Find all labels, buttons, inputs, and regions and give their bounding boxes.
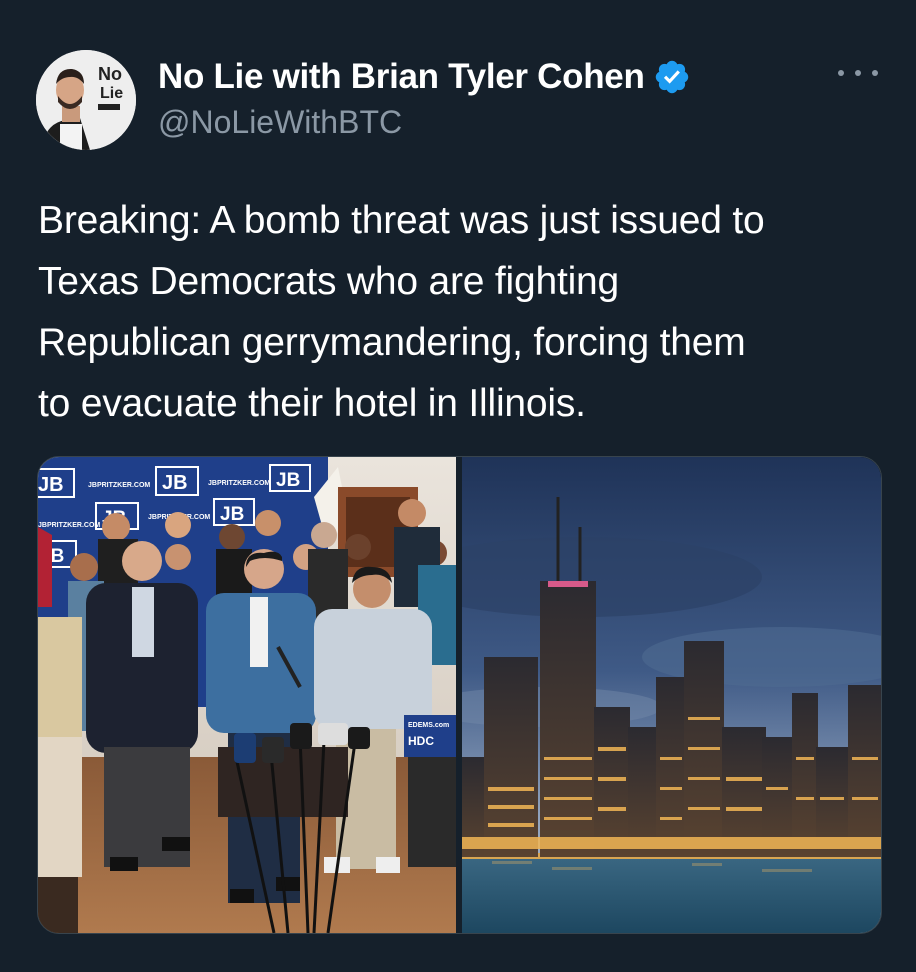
avatar[interactable]: No Lie [36,50,136,150]
more-options-icon[interactable] [838,58,878,88]
podium-sign: HDC [408,734,434,748]
backdrop-logo: JB [38,474,64,496]
backdrop-logo: JB [220,504,244,525]
more-dot [838,70,844,76]
author-info: No Lie with Brian Tyler Cohen @NoLieWith… [158,54,691,141]
handle[interactable]: @NoLieWithBTC [158,104,691,141]
avatar-logo-line2: Lie [100,85,123,102]
avatar-logo-line1: No [98,64,122,84]
press-conference-photo[interactable]: JB JBPRITZKER.COM JB JBPRITZKER.COM JB J… [38,457,456,933]
tweet-text-line: Texas Democrats who are fighting [38,260,620,303]
podium-url: EDEMS.com [408,722,449,729]
tweet-text-line: Breaking: A bomb threat was just issued … [38,199,765,242]
tweet-header: No Lie No Lie with Brian Tyler Cohen @No… [36,50,886,150]
display-name-row: No Lie with Brian Tyler Cohen [158,54,691,100]
backdrop-url: JBPRITZKER.COM [208,480,270,487]
media-grid: JB JBPRITZKER.COM JB JBPRITZKER.COM JB J… [37,456,882,934]
verified-badge-icon [655,60,688,94]
tweet-card: No Lie No Lie with Brian Tyler Cohen @No… [0,0,916,972]
tweet-text-line: Republican gerrymandering, forcing them [38,321,746,364]
chicago-skyline-photo[interactable] [462,457,881,933]
tweet-text-line: to evacuate their hotel in Illinois. [38,382,586,425]
more-dot [872,70,878,76]
backdrop-logo: JB [276,470,300,491]
tweet-text: Breaking: A bomb threat was just issued … [38,190,878,434]
backdrop-url: JBPRITZKER.COM [88,482,150,489]
backdrop-logo: JB [162,472,188,494]
more-dot [855,70,861,76]
display-name[interactable]: No Lie with Brian Tyler Cohen [158,57,645,97]
backdrop-url: JBPRITZKER.COM [38,522,100,529]
